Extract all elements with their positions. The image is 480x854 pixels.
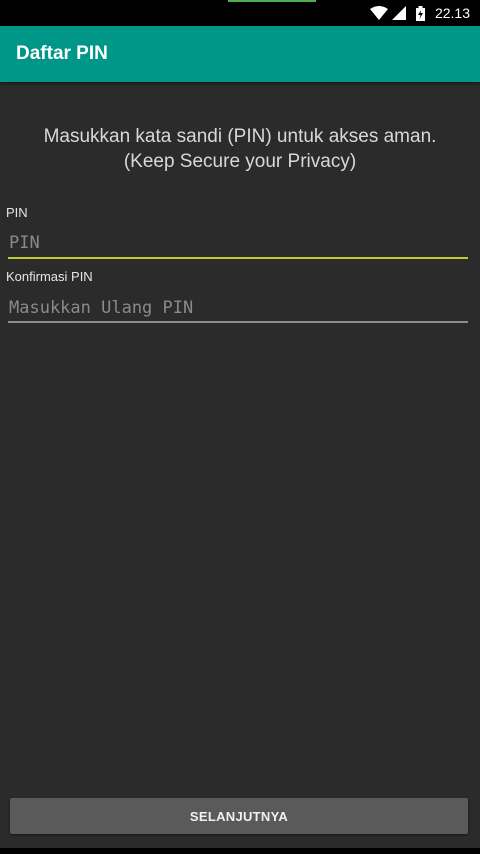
app-bar: Daftar PIN bbox=[0, 26, 480, 82]
battery-charging-icon bbox=[415, 5, 425, 21]
pin-input[interactable] bbox=[8, 228, 468, 258]
instructions-line-1: Masukkan kata sandi (PIN) untuk akses am… bbox=[43, 126, 437, 147]
status-indicator-line bbox=[228, 0, 316, 2]
wifi-icon bbox=[369, 6, 388, 20]
instructions-line-2: (Keep Secure your Privacy) bbox=[123, 151, 357, 172]
cell-signal-icon bbox=[391, 6, 406, 20]
pin-input-underline bbox=[8, 257, 468, 259]
confirm-pin-label: Konfirmasi PIN bbox=[6, 269, 93, 284]
confirm-pin-input-underline bbox=[8, 321, 468, 323]
screen-bottom-edge bbox=[0, 848, 480, 854]
status-icons: 22.13 bbox=[369, 4, 470, 22]
status-time: 22.13 bbox=[434, 5, 470, 21]
confirm-pin-input[interactable] bbox=[8, 293, 468, 323]
status-bar: 22.13 bbox=[0, 0, 480, 26]
instructions-text: Masukkan kata sandi (PIN) untuk akses am… bbox=[0, 124, 480, 174]
pin-label: PIN bbox=[6, 205, 28, 220]
next-button[interactable]: SELANJUTNYA bbox=[10, 798, 468, 834]
page-title: Daftar PIN bbox=[16, 43, 108, 64]
